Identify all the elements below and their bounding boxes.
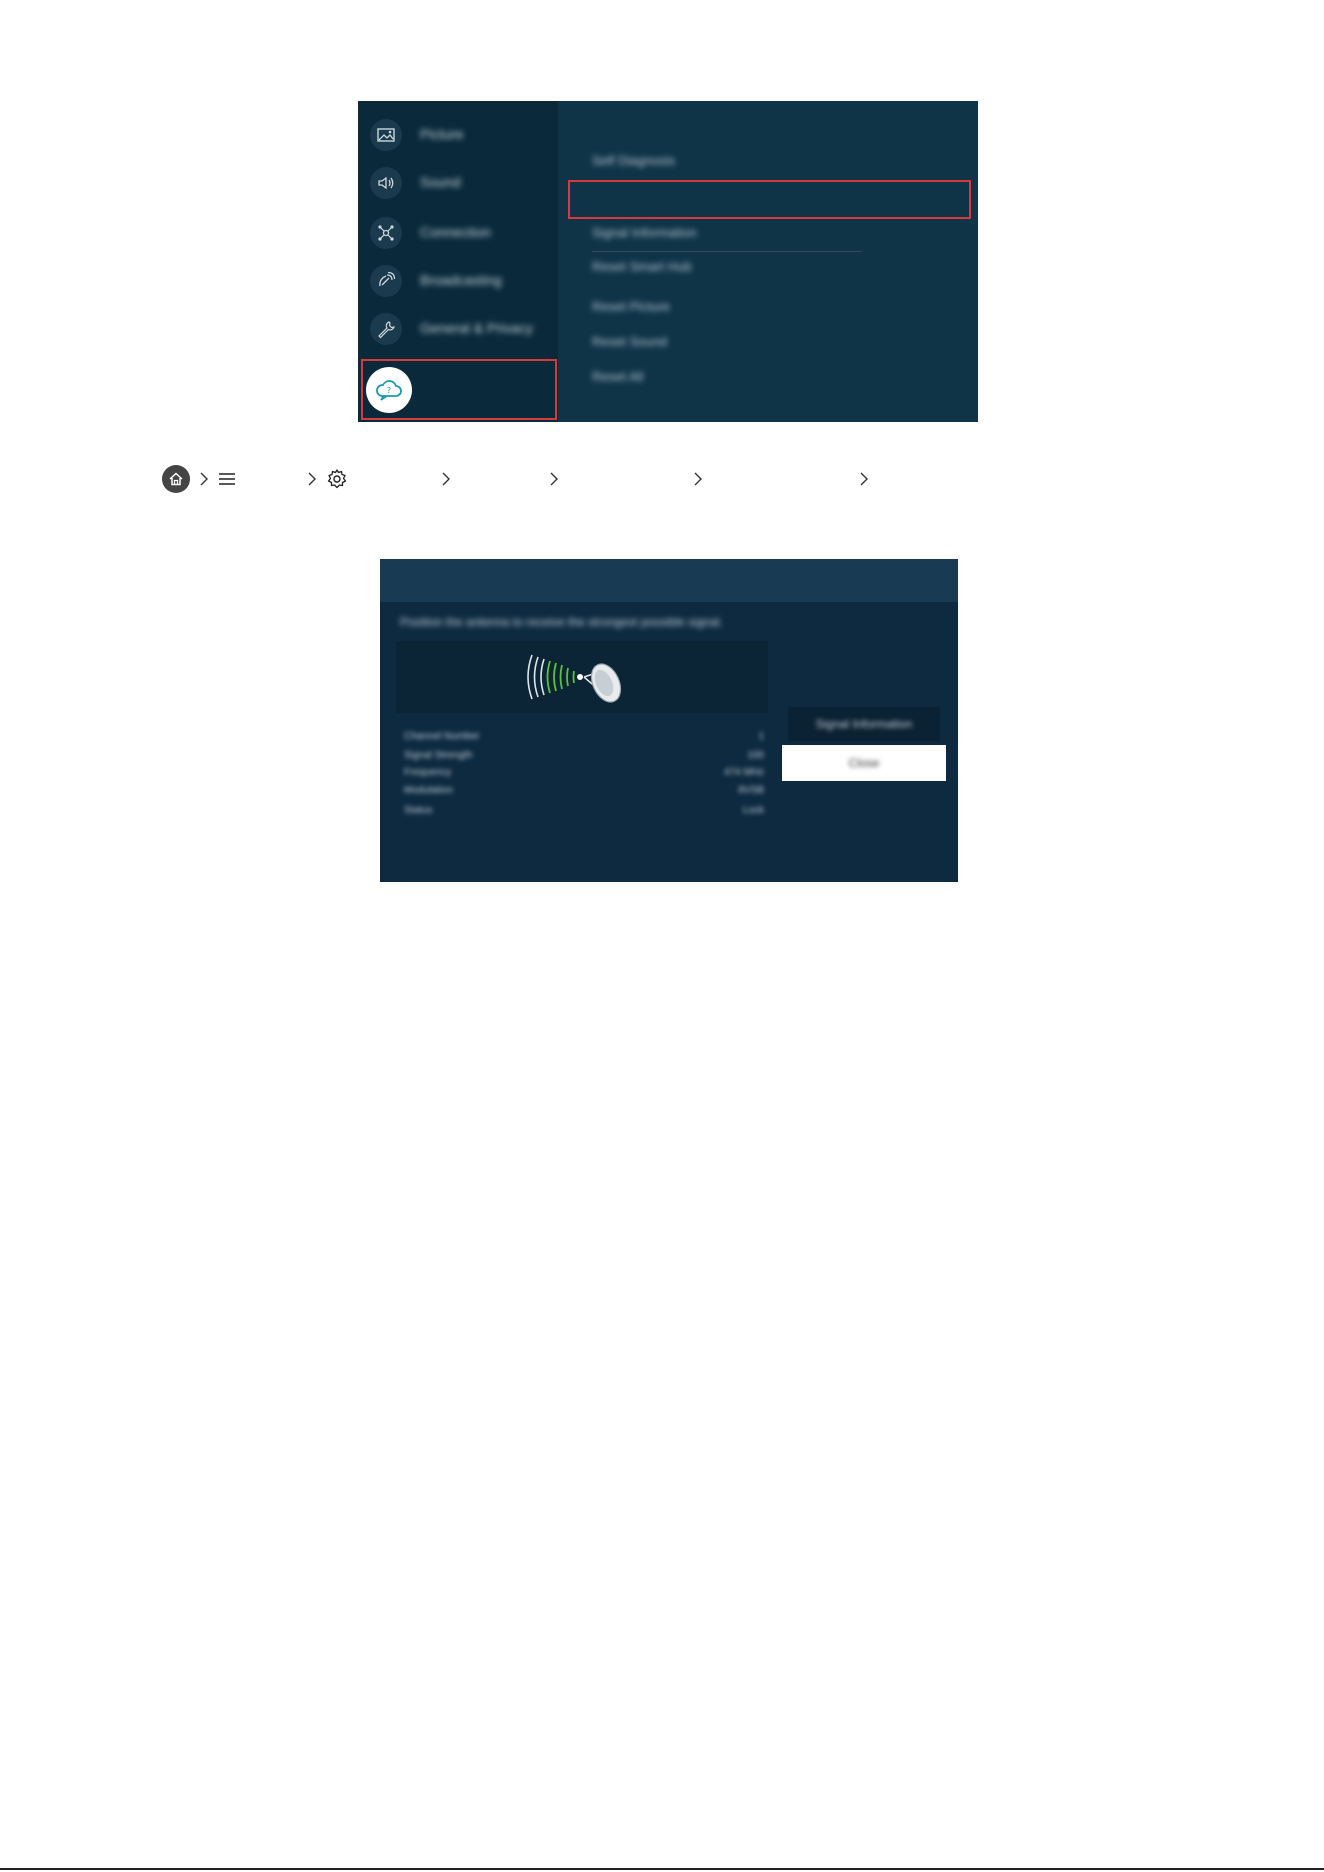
submenu-item[interactable]: Reset All (592, 369, 643, 387)
button-label: Close (848, 756, 880, 770)
sidebar-item-connection[interactable]: Connection (358, 209, 558, 257)
satellite-dish-icon (527, 654, 622, 703)
sidebar-item-label: Broadcasting (420, 272, 502, 288)
submenu-item[interactable]: Self Diagnosis (592, 153, 675, 171)
dialog-header (380, 559, 958, 602)
chevron-right-icon (306, 469, 318, 489)
footer-divider (0, 1868, 1324, 1870)
stat-value: 1 (758, 731, 764, 742)
stat-value: Lock (742, 805, 764, 816)
stat-value: 8VSB (738, 785, 764, 796)
signal-graphic-panel (396, 641, 768, 713)
sidebar-item-sound[interactable]: Sound (358, 159, 558, 207)
breadcrumb (160, 463, 1060, 499)
sidebar-item-label: Picture (420, 126, 464, 142)
sidebar-item-picture[interactable]: Picture (358, 111, 558, 159)
sidebar-item-general-privacy[interactable]: General & Privacy (358, 305, 558, 353)
sidebar-item-label: Connection (420, 224, 491, 240)
signal-stat-row: Modulation 8VSB (404, 785, 764, 799)
chevron-right-icon (198, 469, 210, 489)
stat-label: Status (404, 805, 433, 816)
submenu-divider (592, 251, 862, 252)
gear-icon (326, 468, 348, 490)
signal-information-screenshot: Position the antenna to receive the stro… (380, 559, 958, 882)
stat-label: Frequency (404, 767, 452, 778)
sidebar-item-label: General & Privacy (420, 320, 533, 336)
stat-value: 100 (747, 750, 764, 761)
signal-stat-row: Channel Number 1 (404, 731, 764, 745)
support-submenu: Self Diagnosis Signal Information Reset … (558, 101, 978, 422)
stat-label: Channel Number (404, 731, 480, 742)
chevron-right-icon (692, 469, 704, 489)
submenu-item[interactable]: Reset Sound (592, 334, 667, 352)
chevron-right-icon (548, 469, 560, 489)
signal-information-button[interactable]: Signal Information (788, 707, 940, 741)
support-cloud-icon: ? (366, 367, 412, 413)
menu-icon (218, 471, 236, 487)
chevron-right-icon (858, 469, 870, 489)
signal-stat-row: Signal Strength 100 (404, 750, 764, 764)
dialog-description: Position the antenna to receive the stro… (400, 615, 723, 629)
submenu-item[interactable]: Reset Smart Hub (592, 259, 692, 277)
chevron-right-icon (440, 469, 452, 489)
speaker-icon (370, 167, 402, 199)
signal-stat-row: Frequency 474 MHz (404, 767, 764, 781)
sidebar-item-broadcasting[interactable]: Broadcasting (358, 257, 558, 305)
home-icon (162, 465, 190, 493)
stat-value: 474 MHz (723, 767, 764, 778)
signal-stat-row: Status Lock (404, 805, 764, 819)
submenu-item[interactable]: Signal Information (592, 225, 697, 243)
sidebar-item-label: Sound (420, 174, 461, 190)
button-label: Signal Information (815, 717, 913, 731)
close-button[interactable]: Close (782, 745, 946, 781)
stat-label: Modulation (404, 785, 453, 796)
wrench-icon (370, 313, 402, 345)
network-icon (370, 217, 402, 249)
submenu-item[interactable]: Reset Picture (592, 299, 670, 317)
settings-sidebar: Picture Sound Connection Broadcasting Ge (358, 101, 558, 422)
settings-menu-screenshot: Picture Sound Connection Broadcasting Ge (358, 101, 978, 422)
svg-text:?: ? (387, 386, 391, 395)
sidebar-item-support[interactable]: ? (358, 359, 558, 419)
stat-label: Signal Strength (404, 750, 473, 761)
satellite-icon (370, 265, 402, 297)
picture-icon (370, 119, 402, 151)
